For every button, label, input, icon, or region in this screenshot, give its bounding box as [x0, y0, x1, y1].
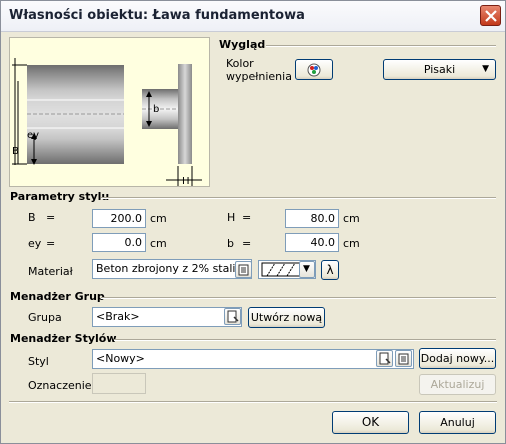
- browse-icon: [227, 310, 239, 323]
- hatch-dropdown-button[interactable]: ▼: [299, 261, 315, 278]
- ey-param-label: ey: [28, 237, 42, 250]
- footing-cross-section-drawing: ey B b H: [12, 58, 202, 187]
- material-field: Beton zbrojony z 2% stali: [92, 259, 252, 279]
- b-unit: cm: [343, 237, 360, 250]
- cancel-label: Anuluj: [440, 416, 475, 429]
- designation-field[interactable]: [92, 373, 146, 394]
- style-params-separator: [101, 197, 496, 199]
- footing-side-view: [178, 64, 192, 164]
- B-param-eq: =: [46, 211, 56, 224]
- dropdown-arrow-icon: ▼: [482, 64, 489, 74]
- hatch-pattern-icon: [261, 262, 301, 277]
- H-input[interactable]: 80.0: [285, 209, 339, 228]
- style-library-button[interactable]: [395, 350, 412, 367]
- b-param-label: b: [227, 237, 234, 250]
- dialog-title: Własności obiektu: Ława fundamentowa: [9, 8, 305, 23]
- group-manager-title: Menadżer Grup: [10, 290, 105, 303]
- H-param-eq: =: [242, 211, 252, 224]
- style-manager-separator: [114, 339, 496, 341]
- b-input[interactable]: 40.0: [285, 233, 339, 252]
- lambda-button[interactable]: λ: [321, 260, 339, 280]
- lambda-label: λ: [326, 263, 334, 277]
- style-value: <Nowy>: [96, 352, 145, 365]
- material-value: Beton zbrojony z 2% stali: [96, 262, 236, 275]
- add-new-style-button[interactable]: Dodaj nowy...: [419, 348, 496, 369]
- b-label: b: [153, 104, 159, 115]
- style-field[interactable]: <Nowy>: [92, 349, 414, 369]
- close-button[interactable]: [480, 5, 501, 26]
- group-value: <Brak>: [96, 310, 140, 323]
- B-unit: cm: [150, 212, 167, 225]
- update-button[interactable]: Aktualizuj: [419, 374, 496, 395]
- B-input[interactable]: 200.0: [92, 209, 146, 228]
- ok-label: OK: [361, 415, 380, 429]
- H-label: H: [182, 176, 190, 186]
- style-label: Styl: [28, 355, 49, 368]
- material-library-button[interactable]: [235, 261, 252, 278]
- B-label: B: [12, 146, 19, 157]
- color-palette-icon: [307, 63, 321, 77]
- ey-label: ey: [27, 130, 39, 141]
- style-manager-title: Menadżer Stylów: [10, 332, 117, 345]
- add-new-style-label: Dodaj nowy...: [420, 352, 495, 365]
- group-browse-button[interactable]: [224, 308, 241, 325]
- material-label: Materiał: [28, 265, 73, 278]
- chevron-down-icon: ▼: [303, 264, 310, 274]
- H-param-label: H: [227, 211, 236, 224]
- B-param-label: B: [28, 211, 36, 224]
- appearance-title: Wygląd: [219, 38, 266, 51]
- group-manager-separator: [101, 297, 496, 299]
- group-field[interactable]: <Brak>: [92, 307, 242, 327]
- library-icon: [238, 264, 249, 276]
- b-param-eq: =: [242, 237, 252, 250]
- ey-param-eq: =: [46, 237, 56, 250]
- footer-separator: [9, 401, 497, 403]
- fill-color-button[interactable]: [295, 59, 333, 80]
- pens-button-label: Pisaki: [423, 63, 456, 76]
- create-group-label: Utwórz nową: [250, 311, 323, 324]
- pens-dropdown-button[interactable]: Pisaki ▼: [383, 59, 496, 80]
- create-group-button[interactable]: Utwórz nową: [248, 307, 325, 328]
- style-browse-button[interactable]: [376, 350, 393, 367]
- ey-input[interactable]: 0.0: [92, 233, 146, 252]
- browse-icon: [379, 352, 391, 365]
- appearance-separator: [266, 45, 496, 47]
- designation-label: Oznaczenie: [28, 379, 92, 392]
- fill-color-label-line2: wypełnienia: [226, 70, 292, 83]
- footing-preview: ey B b H: [9, 37, 210, 187]
- style-params-title: Parametry stylu: [10, 190, 110, 203]
- group-label: Grupa: [28, 311, 62, 324]
- cancel-button[interactable]: Anuluj: [419, 411, 496, 434]
- close-icon: [485, 10, 497, 22]
- ok-button[interactable]: OK: [332, 411, 409, 434]
- update-label: Aktualizuj: [430, 378, 485, 391]
- fill-color-label-line1: Kolor: [226, 57, 254, 70]
- properties-dialog: Własności obiektu: Ława fundamentowa ey …: [0, 0, 506, 444]
- title-bar[interactable]: Własności obiektu: Ława fundamentowa: [1, 1, 505, 32]
- H-unit: cm: [343, 212, 360, 225]
- library-icon: [398, 353, 409, 365]
- ey-unit: cm: [150, 237, 167, 250]
